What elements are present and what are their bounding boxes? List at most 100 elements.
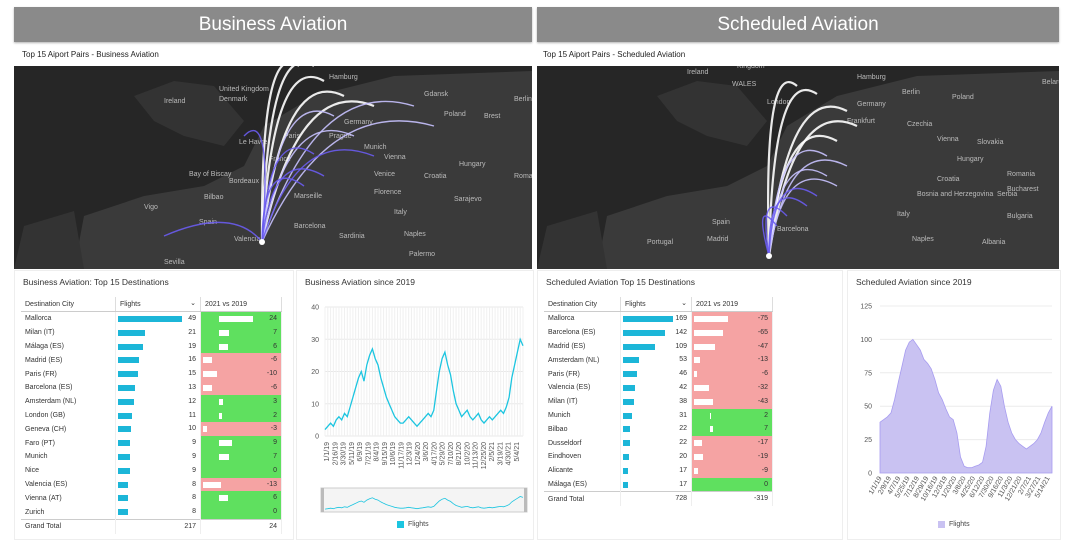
change-bar — [694, 343, 716, 350]
map-label: Italy — [394, 209, 407, 216]
flights-cell: 22 — [620, 422, 692, 437]
flights-bar — [623, 398, 635, 405]
business-flights-chart[interactable]: 0 10 20 30 40 1/1/19 2/16/19 3/30/19 5/11/19 6/9/… — [297, 271, 533, 539]
business-destinations-panel: Business Aviation: Top 15 Destinations D… — [14, 270, 294, 540]
change-cell: 2 — [200, 408, 282, 423]
change-value: 7 — [273, 452, 277, 460]
flights-cell: 17 — [620, 463, 692, 478]
flights-value: 42 — [679, 383, 687, 391]
table-row[interactable]: London (GB) 11 2 — [21, 408, 282, 423]
table-row[interactable]: Vienna (AT) 8 6 — [21, 491, 282, 506]
scheduled-route-map[interactable]: Ireland Kingdom WALES Hamburg Berlin Poland Be… — [537, 66, 1059, 269]
chevron-down-icon[interactable]: ⌄ — [190, 299, 196, 307]
flights-value: 109 — [675, 342, 687, 350]
business-route-map[interactable]: Ireland United Kingdom Denmark Hamburg Gdans… — [14, 66, 532, 269]
table-row[interactable]: Eindhoven 20 -19 — [544, 449, 773, 464]
scheduled-flights-chart[interactable]: 02550751001251/1/192/9/194/7/195/25/197/… — [848, 271, 1060, 539]
origin-marker[interactable] — [766, 253, 772, 259]
table-row[interactable]: Milan (IT) 21 7 — [21, 325, 282, 340]
map-label: Vienna — [384, 154, 406, 161]
x-tick-label: 3/19/21 — [497, 442, 504, 465]
map-label: Bilbao — [204, 194, 224, 201]
change-cell: 6 — [200, 339, 282, 354]
flights-value: 53 — [679, 356, 687, 364]
table-row[interactable]: Amsterdam (NL) 12 3 — [21, 394, 282, 409]
map-label: Bay of Biscay — [189, 171, 232, 178]
table-row[interactable]: Mallorca 49 24 — [21, 311, 282, 326]
col-flights[interactable]: Flights ⌄ — [620, 297, 692, 312]
map-label: Belarus — [1042, 79, 1059, 86]
change-bar — [203, 426, 208, 433]
table-row[interactable]: Paris (FR) 15 -10 — [21, 367, 282, 381]
flights-cell: 21 — [115, 325, 201, 340]
x-tick-label: 7/10/20 — [448, 442, 455, 465]
table-row[interactable]: Munich 31 2 — [544, 408, 773, 423]
destination-city-cell: Bilbao — [544, 422, 621, 437]
change-bar — [219, 412, 222, 419]
destination-city-cell: Madrid (ES) — [21, 353, 116, 368]
change-cell: -10 — [200, 367, 282, 381]
flights-cell: 11 — [115, 408, 201, 423]
change-cell: -47 — [691, 339, 773, 354]
range-slider[interactable] — [320, 487, 528, 513]
col-2021-vs-2019[interactable]: 2021 vs 2019 — [200, 297, 282, 312]
table-row[interactable]: Milan (IT) 38 -43 — [544, 394, 773, 409]
change-bar — [694, 329, 724, 336]
table-row[interactable]: Málaga (ES) 17 0 — [544, 477, 773, 492]
flights-cell: 142 — [620, 325, 692, 340]
chevron-down-icon[interactable]: ⌄ — [681, 299, 687, 307]
table-row[interactable]: Geneva (CH) 10 -3 — [21, 422, 282, 437]
table-row[interactable]: Dusseldorf 22 -17 — [544, 436, 773, 450]
table-row[interactable]: Valencia (ES) 42 -32 — [544, 380, 773, 395]
flights-series-line[interactable] — [324, 337, 524, 431]
table-row[interactable]: Madrid (ES) 109 -47 — [544, 339, 773, 354]
table-row[interactable]: Bilbao 22 7 — [544, 422, 773, 437]
scheduled-chart-legend[interactable]: Flights — [938, 521, 970, 528]
table-row[interactable]: Nice 9 0 — [21, 463, 282, 478]
flights-cell: 19 — [115, 339, 201, 354]
flights-value: 22 — [679, 439, 687, 447]
flights-bar — [623, 316, 673, 322]
change-cell: 9 — [200, 436, 282, 450]
flights-bar — [623, 329, 665, 336]
map-label: Florence — [374, 189, 401, 196]
flights-bar — [118, 329, 146, 336]
table-row[interactable]: Munich 9 7 — [21, 449, 282, 464]
flights-cell: 9 — [115, 463, 201, 478]
flights-bar — [118, 316, 182, 322]
table-row[interactable]: Málaga (ES) 19 6 — [21, 339, 282, 354]
flights-cell: 46 — [620, 367, 692, 381]
range-handle-left[interactable] — [321, 488, 324, 512]
table-row[interactable]: Mallorca 169 -75 — [544, 311, 773, 326]
grand-total-label: Grand Total — [544, 491, 621, 507]
map-label: Germany — [857, 101, 886, 108]
flights-bar — [118, 398, 134, 405]
flights-cell: 38 — [620, 394, 692, 409]
flights-value: 142 — [675, 328, 687, 336]
legend-label: Flights — [949, 521, 970, 528]
flights-bar — [118, 509, 129, 516]
business-chart-legend[interactable]: Flights — [397, 521, 429, 528]
col-flights[interactable]: Flights ⌄ — [115, 297, 201, 312]
table-row[interactable]: Alicante 17 -9 — [544, 463, 773, 478]
table-row[interactable]: Faro (PT) 9 9 — [21, 436, 282, 450]
map-label: Vienna — [937, 136, 959, 143]
change-bar — [710, 426, 714, 433]
origin-marker[interactable] — [259, 239, 265, 245]
x-tick-label: 11/13/20 — [473, 442, 480, 469]
table-row[interactable]: Madrid (ES) 16 -6 — [21, 353, 282, 368]
table-row[interactable]: Paris (FR) 46 -6 — [544, 367, 773, 381]
legend-swatch — [938, 521, 945, 528]
table-row[interactable]: Amsterdam (NL) 53 -13 — [544, 353, 773, 368]
table-row[interactable]: Barcelona (ES) 13 -6 — [21, 380, 282, 395]
col-2021-vs-2019[interactable]: 2021 vs 2019 — [691, 297, 773, 312]
col-destination-city[interactable]: Destination City — [21, 297, 116, 312]
destination-city-cell: Málaga (ES) — [21, 339, 116, 354]
table-row[interactable]: Zurich 8 0 — [21, 505, 282, 520]
range-handle-right[interactable] — [524, 488, 527, 512]
table-row[interactable]: Valencia (ES) 8 -13 — [21, 477, 282, 492]
table-row[interactable]: Barcelona (ES) 142 -65 — [544, 325, 773, 340]
change-value: 24 — [269, 315, 277, 322]
map-label: Naples — [912, 236, 934, 243]
col-destination-city[interactable]: Destination City — [544, 297, 621, 312]
